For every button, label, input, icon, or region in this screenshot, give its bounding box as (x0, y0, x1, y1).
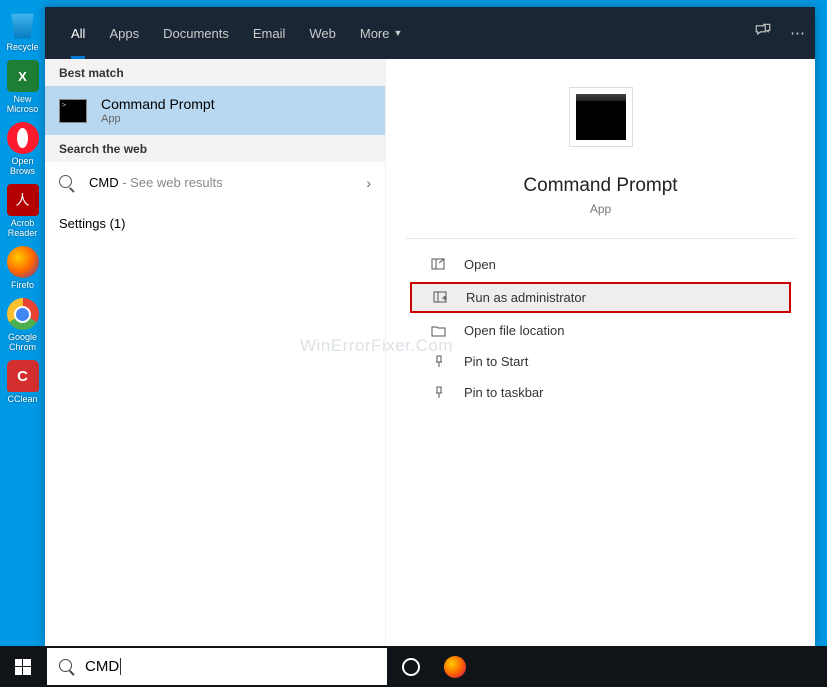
action-open[interactable]: Open (406, 249, 795, 280)
desktop-icon-label: Acrob Reader (0, 218, 45, 238)
search-icon (59, 175, 75, 191)
chevron-right-icon: › (366, 175, 371, 191)
desktop-icon-label: New Microso (0, 94, 45, 114)
start-button[interactable] (0, 646, 45, 687)
pin-taskbar-icon (430, 386, 448, 400)
chrome-icon (7, 298, 39, 330)
folder-icon (430, 324, 448, 338)
cortana-button[interactable] (389, 646, 433, 687)
action-label: Open (464, 257, 496, 272)
tab-all[interactable]: All (59, 7, 97, 59)
firefox-icon (7, 246, 39, 278)
pin-start-icon (430, 355, 448, 369)
desktop-icon-label: Google Chrom (0, 332, 45, 352)
results-left-column: Best match Command Prompt App Search the… (45, 59, 386, 646)
taskbar: CMD (0, 646, 827, 687)
cmd-icon (59, 99, 87, 123)
detail-title: Command Prompt (523, 175, 677, 197)
action-pin-to-start[interactable]: Pin to Start (406, 346, 795, 377)
more-options-icon[interactable]: ⋯ (790, 24, 805, 42)
section-search-web: Search the web (45, 135, 385, 162)
tab-label: Email (253, 26, 286, 41)
desktop-icon-excel[interactable]: New Microso (0, 60, 45, 114)
chevron-down-icon: ▼ (393, 28, 402, 38)
adobe-icon (7, 184, 39, 216)
desktop-icon-acrobat[interactable]: Acrob Reader (0, 184, 45, 238)
excel-icon (7, 60, 39, 92)
recycle-bin-icon (7, 8, 39, 40)
desktop-icon-label: CClean (7, 394, 37, 404)
tab-label: All (71, 26, 85, 41)
desktop-icon-label: Open Brows (0, 156, 45, 176)
desktop-icon-recycle[interactable]: Recycle (0, 8, 45, 52)
tab-label: Apps (109, 26, 139, 41)
tab-apps[interactable]: Apps (97, 7, 151, 59)
desktop-icon-firefox[interactable]: Firefo (0, 246, 45, 290)
opera-icon (7, 122, 39, 154)
result-detail-pane: Command Prompt App Open Run as administr… (386, 59, 815, 646)
section-best-match: Best match (45, 59, 385, 86)
search-icon (59, 659, 75, 675)
section-settings[interactable]: Settings (1) (45, 204, 385, 243)
tab-documents[interactable]: Documents (151, 7, 241, 59)
tab-label: Web (309, 26, 336, 41)
desktop-icon-opera[interactable]: Open Brows (0, 122, 45, 176)
desktop-icon-ccleaner[interactable]: CClean (0, 360, 45, 404)
desktop-icon-label: Recycle (6, 42, 38, 52)
result-title: Command Prompt (101, 96, 215, 112)
action-pin-to-taskbar[interactable]: Pin to taskbar (406, 377, 795, 408)
web-result-cmd[interactable]: CMD - See web results › (45, 162, 385, 204)
tab-label: Documents (163, 26, 229, 41)
action-run-as-administrator[interactable]: Run as administrator (410, 282, 791, 313)
action-label: Run as administrator (466, 290, 586, 305)
desktop-icon-label: Firefo (11, 280, 34, 290)
firefox-icon (444, 656, 466, 678)
action-open-file-location[interactable]: Open file location (406, 315, 795, 346)
tab-more[interactable]: More▼ (348, 7, 415, 59)
search-value: CMD (85, 658, 121, 675)
tab-label: More (360, 26, 390, 41)
web-result-query: CMD (89, 175, 119, 190)
cmd-large-icon (569, 87, 633, 147)
tab-web[interactable]: Web (297, 7, 348, 59)
detail-subtitle: App (590, 202, 611, 216)
action-label: Open file location (464, 323, 564, 338)
taskbar-firefox[interactable] (433, 646, 477, 687)
action-label: Pin to taskbar (464, 385, 544, 400)
open-icon (430, 258, 448, 272)
start-search-panel: All Apps Documents Email Web More▼ ⋯ Bes… (45, 7, 815, 646)
desktop-icon-chrome[interactable]: Google Chrom (0, 298, 45, 352)
taskbar-search-input[interactable]: CMD (47, 648, 387, 685)
desktop: Recycle New Microso Open Brows Acrob Rea… (0, 0, 45, 646)
ccleaner-icon (7, 360, 39, 392)
windows-logo-icon (15, 659, 31, 675)
result-subtitle: App (101, 113, 215, 125)
cortana-icon (402, 658, 420, 676)
web-result-hint: - See web results (119, 175, 223, 190)
search-filter-tabs: All Apps Documents Email Web More▼ ⋯ (45, 7, 815, 59)
action-label: Pin to Start (464, 354, 528, 369)
admin-icon (432, 291, 450, 305)
result-command-prompt[interactable]: Command Prompt App (45, 86, 385, 135)
feedback-icon[interactable] (754, 22, 772, 44)
tab-email[interactable]: Email (241, 7, 298, 59)
